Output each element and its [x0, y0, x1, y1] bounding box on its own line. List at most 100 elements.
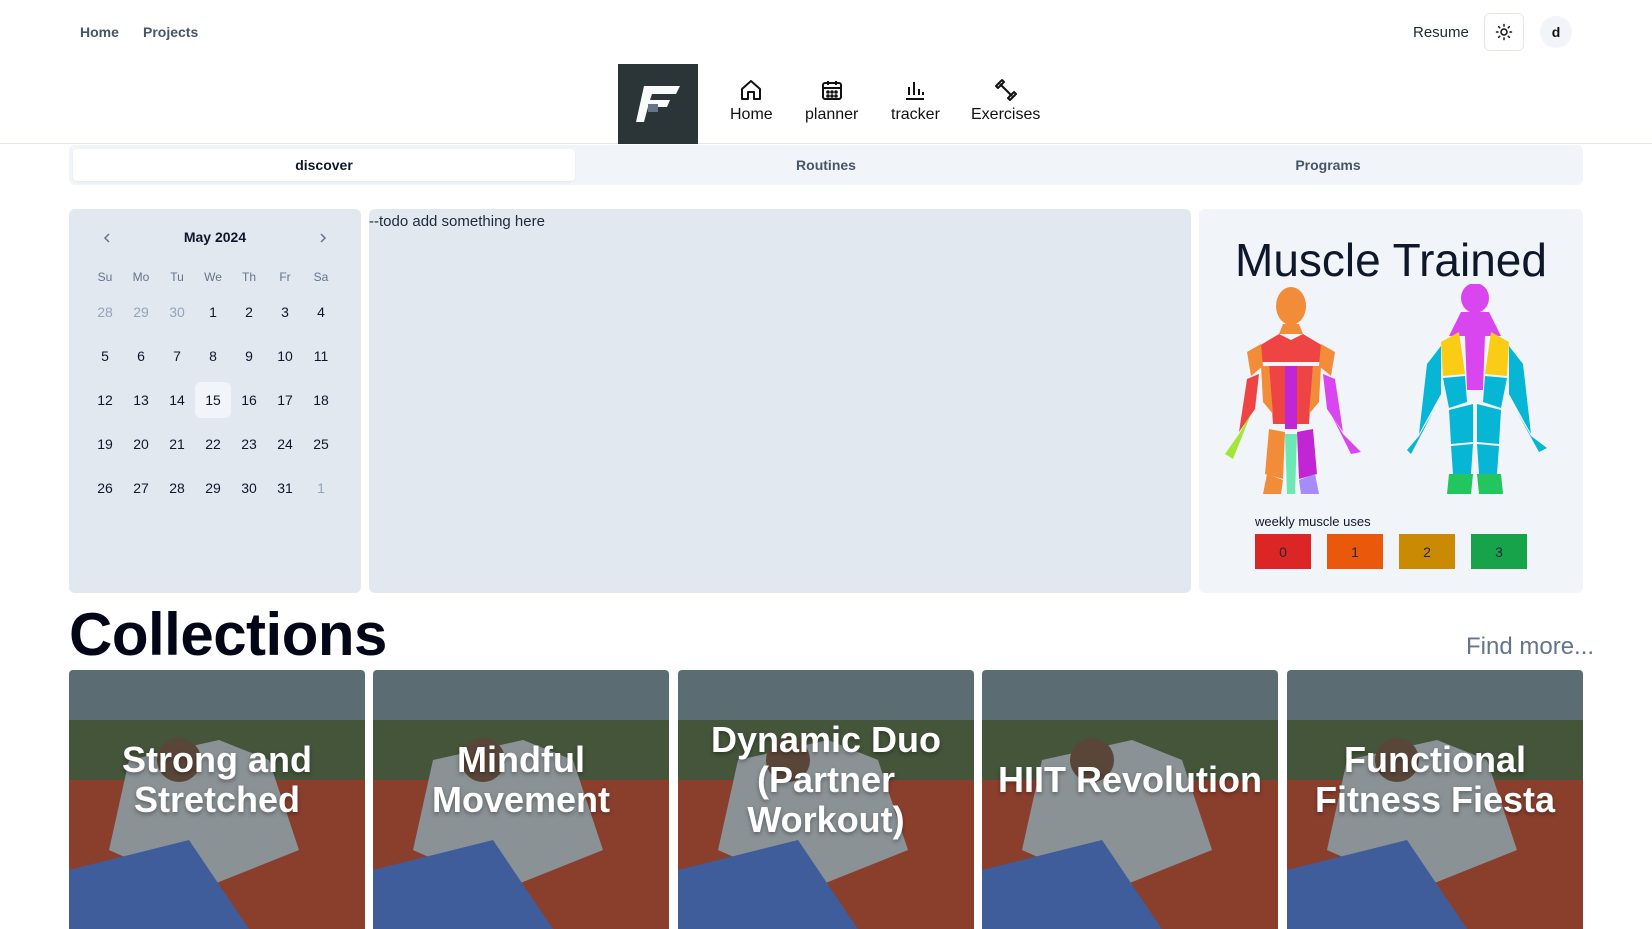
- muscle-trained-panel: Muscle Trained weekly muscle uses 0 1 2 …: [1199, 209, 1583, 593]
- weekday-label: We: [204, 270, 222, 284]
- calendar-day[interactable]: 12: [87, 382, 123, 418]
- theme-toggle-button[interactable]: [1484, 13, 1524, 51]
- legend-box-1: 1: [1327, 534, 1383, 569]
- calendar-day[interactable]: 10: [267, 338, 303, 374]
- top-bar: Home Projects Resume d: [0, 0, 1652, 62]
- top-link-projects[interactable]: Projects: [143, 24, 198, 40]
- calendar-week: 12 13 14 15 16 17 18: [87, 378, 343, 422]
- app-logo[interactable]: [618, 64, 698, 144]
- nav-planner[interactable]: planner: [805, 78, 858, 124]
- calendar-day[interactable]: 29: [195, 470, 231, 506]
- tab-programs[interactable]: Programs: [1077, 149, 1579, 181]
- calendar-day[interactable]: 23: [231, 426, 267, 462]
- calendar-day[interactable]: 4: [303, 294, 339, 330]
- main-nav: Home planner tracker Exercises: [0, 62, 1652, 144]
- collection-card[interactable]: Dynamic Duo (Partner Workout): [678, 670, 974, 929]
- calendar-day[interactable]: 27: [123, 470, 159, 506]
- calendar-day[interactable]: 16: [231, 382, 267, 418]
- legend-label: weekly muscle uses: [1255, 514, 1371, 529]
- calendar-week: 26 27 28 29 30 31 1: [87, 466, 343, 510]
- calendar-day[interactable]: 22: [195, 426, 231, 462]
- calendar-week: 19 20 21 22 23 24 25: [87, 422, 343, 466]
- weekday-label: Sa: [313, 270, 329, 284]
- collection-card-title: Mindful Movement: [431, 738, 611, 820]
- legend-box-2: 2: [1399, 534, 1455, 569]
- resume-link[interactable]: Resume: [1413, 24, 1469, 41]
- bar-chart-icon: [906, 82, 925, 100]
- calendar-day[interactable]: 7: [159, 338, 195, 374]
- calendar-grid: Su Mo Tu We Th Fr Sa 28 29 30 1 2 3 4 5 …: [87, 264, 343, 510]
- calendar-day[interactable]: 28: [159, 470, 195, 506]
- find-more-link[interactable]: Find more...: [1466, 633, 1594, 661]
- collection-card[interactable]: HIIT Revolution: [982, 670, 1278, 929]
- nav-tracker-label: tracker: [891, 106, 940, 123]
- tab-routines[interactable]: Routines: [575, 149, 1077, 181]
- calendar-day[interactable]: 1: [195, 294, 231, 330]
- todo-text: --todo add something here: [369, 213, 545, 230]
- calendar-day[interactable]: 20: [123, 426, 159, 462]
- calendar-weekdays: Su Mo Tu We Th Fr Sa: [87, 264, 343, 290]
- collections-title: Collections: [69, 601, 387, 668]
- sun-icon: [1495, 23, 1513, 41]
- calendar-day[interactable]: 25: [303, 426, 339, 462]
- calendar-day[interactable]: 1: [303, 470, 339, 506]
- calendar-day[interactable]: 2: [231, 294, 267, 330]
- chevron-right-icon[interactable]: [312, 227, 334, 249]
- collection-card-title: HIIT Revolution: [998, 758, 1262, 800]
- avatar[interactable]: d: [1540, 16, 1572, 48]
- weekday-label: Tu: [170, 270, 184, 284]
- calendar-icon: [821, 81, 842, 100]
- nav-exercises-label: Exercises: [971, 106, 1041, 123]
- calendar-day[interactable]: 9: [231, 338, 267, 374]
- calendar-day[interactable]: 29: [123, 294, 159, 330]
- calendar-day[interactable]: 24: [267, 426, 303, 462]
- calendar: May 2024 Su Mo Tu We Th Fr Sa 28 29 30 1…: [69, 209, 361, 593]
- calendar-week: 5 6 7 8 9 10 11: [87, 334, 343, 378]
- calendar-day[interactable]: 26: [87, 470, 123, 506]
- calendar-day[interactable]: 13: [123, 382, 159, 418]
- weekday-label: Th: [241, 270, 256, 284]
- calendar-day[interactable]: 14: [159, 382, 195, 418]
- nav-planner-label: planner: [805, 106, 859, 123]
- nav-home[interactable]: Home: [730, 78, 773, 124]
- collection-card[interactable]: Mindful Movement: [373, 670, 669, 929]
- calendar-day[interactable]: 8: [195, 338, 231, 374]
- collection-card[interactable]: Functional Fitness Fiesta: [1287, 670, 1583, 929]
- calendar-day[interactable]: 19: [87, 426, 123, 462]
- weekday-label: Mo: [132, 270, 150, 284]
- back-body-diagram: [1407, 284, 1547, 494]
- calendar-day[interactable]: 21: [159, 426, 195, 462]
- calendar-header: May 2024: [69, 225, 361, 251]
- weekday-label: Su: [97, 270, 113, 284]
- collection-card-title: Functional Fitness Fiesta: [1314, 738, 1556, 820]
- legend-box-0: 0: [1255, 534, 1311, 569]
- calendar-day[interactable]: 17: [267, 382, 303, 418]
- tab-discover[interactable]: discover: [73, 149, 575, 181]
- nav-tracker[interactable]: tracker: [891, 78, 940, 124]
- calendar-day[interactable]: 30: [231, 470, 267, 506]
- dumbbell-icon: [994, 79, 1017, 101]
- collection-card-title: Strong and Stretched: [122, 738, 312, 820]
- top-link-home[interactable]: Home: [80, 24, 119, 40]
- home-icon: [741, 80, 762, 100]
- calendar-day[interactable]: 5: [87, 338, 123, 374]
- nav-home-label: Home: [730, 106, 773, 123]
- nav-exercises[interactable]: Exercises: [971, 78, 1040, 124]
- calendar-day[interactable]: 31: [267, 470, 303, 506]
- calendar-day[interactable]: 3: [267, 294, 303, 330]
- collection-card-title: Dynamic Duo (Partner Workout): [710, 718, 942, 840]
- calendar-day[interactable]: 28: [87, 294, 123, 330]
- muscle-title: Muscle Trained: [1235, 234, 1547, 286]
- weekday-label: Fr: [279, 270, 291, 284]
- collection-card[interactable]: Strong and Stretched: [69, 670, 365, 929]
- calendar-day[interactable]: 6: [123, 338, 159, 374]
- calendar-week: 28 29 30 1 2 3 4: [87, 290, 343, 334]
- front-body-diagram: [1225, 287, 1361, 494]
- calendar-day[interactable]: 18: [303, 382, 339, 418]
- section-tabs: discover Routines Programs: [69, 145, 1583, 185]
- calendar-day-today[interactable]: 15: [195, 382, 231, 418]
- logo-icon: [636, 86, 680, 122]
- calendar-day[interactable]: 30: [159, 294, 195, 330]
- calendar-day[interactable]: 11: [303, 338, 339, 374]
- legend-box-3: 3: [1471, 534, 1527, 569]
